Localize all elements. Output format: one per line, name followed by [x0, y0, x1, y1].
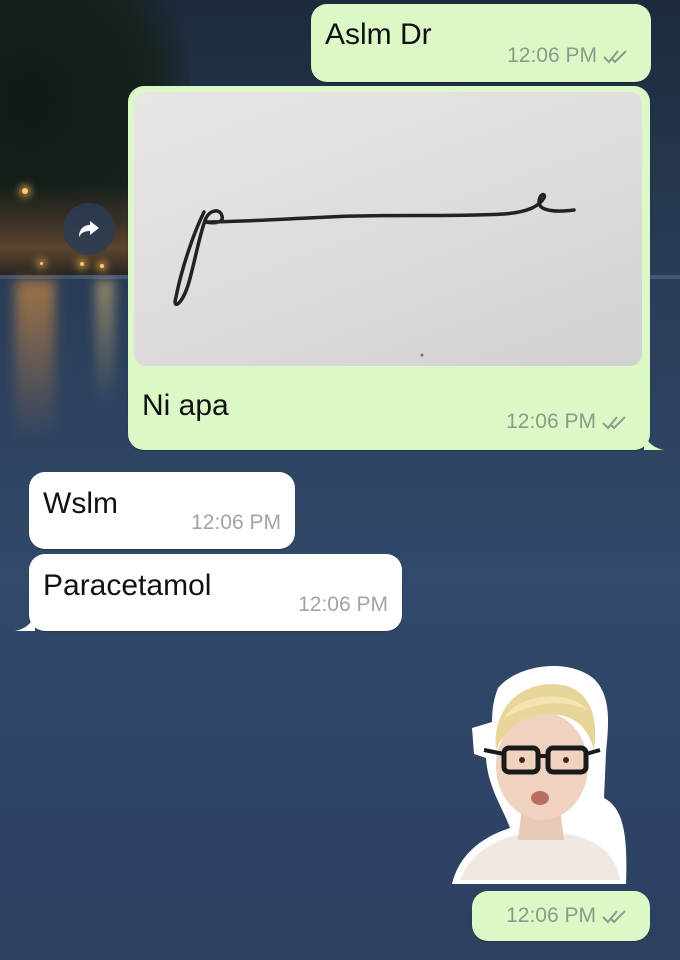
sticker-image[interactable]	[448, 658, 628, 890]
forward-arrow-icon	[79, 221, 99, 237]
bubble-tail	[15, 613, 35, 631]
sticker-meta-bubble: 12:06 PM	[472, 891, 650, 941]
message-bubble-incoming[interactable]: Wslm 12:06 PM	[29, 472, 295, 549]
message-time: 12:06 PM	[506, 410, 596, 433]
forward-button[interactable]	[63, 203, 115, 255]
message-bubble-outgoing[interactable]: Aslm Dr 12:06 PM	[311, 4, 651, 82]
message-meta: 12:06 PM	[506, 410, 630, 434]
message-time: 12:06 PM	[506, 904, 596, 927]
double-check-icon	[602, 414, 630, 430]
signature-image	[173, 192, 576, 357]
message-time: 12:06 PM	[507, 44, 597, 67]
message-bubble-outgoing-image[interactable]: Ni apa 12:06 PM	[128, 86, 664, 450]
message-meta: 12:06 PM	[506, 904, 630, 928]
message-text: Paracetamol	[43, 569, 212, 602]
message-bubble-incoming[interactable]: Paracetamol 12:06 PM	[15, 554, 402, 631]
attached-photo[interactable]	[134, 92, 642, 366]
message-meta: 12:06 PM	[298, 593, 388, 617]
message-meta: 12:06 PM	[191, 511, 281, 535]
message-text: Wslm	[43, 487, 118, 520]
double-check-icon	[602, 908, 630, 924]
message-meta: 12:06 PM	[507, 44, 631, 68]
message-time: 12:06 PM	[298, 593, 388, 616]
message-text: Aslm Dr	[325, 18, 432, 51]
message-caption: Ni apa	[142, 389, 229, 422]
bubble-tail	[644, 432, 664, 450]
double-check-icon	[603, 48, 631, 64]
message-time: 12:06 PM	[191, 511, 281, 534]
